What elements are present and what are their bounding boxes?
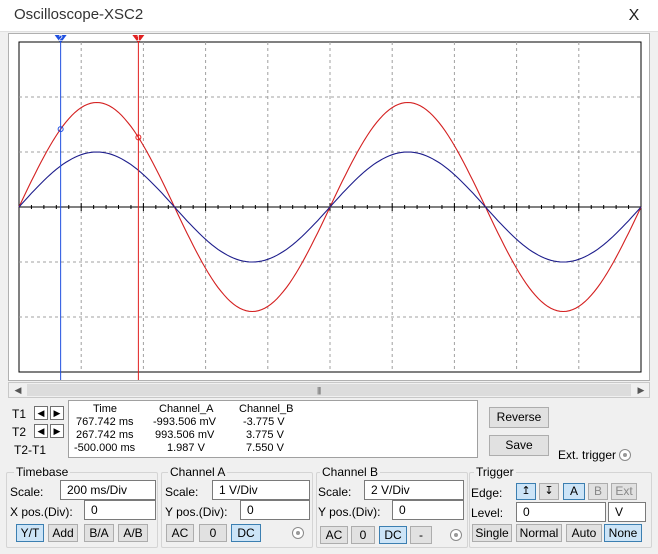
- trigger-source-a-button[interactable]: A: [563, 483, 585, 500]
- cursor-2-label: 2: [58, 34, 63, 43]
- t2-channel-a: 993.506 mV: [155, 429, 215, 441]
- trigger-source-ext-button[interactable]: Ext: [611, 483, 637, 500]
- trigger-edge-label: Edge:: [471, 486, 503, 500]
- mode-add-button[interactable]: Add: [48, 524, 78, 542]
- timebase-xpos-field[interactable]: 0: [84, 500, 156, 520]
- trigger-single-button[interactable]: Single: [472, 524, 512, 542]
- t1-right-arrow-icon[interactable]: ▶: [50, 406, 64, 420]
- t1-left-arrow-icon[interactable]: ◀: [34, 406, 48, 420]
- channel-b-radio[interactable]: [450, 529, 462, 541]
- mode-ba-button[interactable]: B/A: [84, 524, 114, 542]
- channel-a-scale-field[interactable]: 1 V/Div: [212, 480, 310, 500]
- timebase-xpos-label: X pos.(Div):: [10, 505, 73, 519]
- rising-edge-icon[interactable]: ↥: [516, 483, 536, 500]
- header-channel-b: Channel_B: [239, 403, 294, 415]
- ext-trigger-label: Ext. trigger: [558, 448, 617, 462]
- t2-left-arrow-icon[interactable]: ◀: [34, 424, 48, 438]
- scope-screen[interactable]: 21: [8, 33, 650, 381]
- trigger-auto-button[interactable]: Auto: [566, 524, 602, 542]
- channel-a-ac-button[interactable]: AC: [166, 524, 194, 542]
- falling-edge-icon[interactable]: ↧: [539, 483, 559, 500]
- channel-a-radio[interactable]: [292, 527, 304, 539]
- t2t1-time: -500.000 ms: [74, 442, 136, 454]
- scroll-grip-icon: |||: [317, 386, 321, 395]
- mode-yt-button[interactable]: Y/T: [16, 524, 44, 542]
- window-title: Oscilloscope-XSC2: [14, 6, 144, 23]
- t1-time: 767.742 ms: [76, 416, 134, 428]
- timebase-title: Timebase: [14, 465, 71, 479]
- mode-ab-button[interactable]: A/B: [118, 524, 148, 542]
- scroll-thumb[interactable]: |||: [27, 384, 631, 396]
- channel-b-ac-button[interactable]: AC: [320, 526, 348, 544]
- channel-b-ypos-label: Y pos.(Div):: [318, 505, 381, 519]
- channel-b-ypos-field[interactable]: 0: [392, 500, 464, 520]
- channel-b-dc-button[interactable]: DC: [379, 526, 407, 544]
- scroll-left-icon[interactable]: ◀: [10, 383, 26, 397]
- channel-a-dc-button[interactable]: DC: [231, 524, 261, 542]
- channel-b-zero-button[interactable]: 0: [351, 526, 375, 544]
- timebase-scale-label: Scale:: [10, 485, 44, 499]
- t2-time: 267.742 ms: [76, 429, 134, 441]
- channel-b-scale-field[interactable]: 2 V/Div: [364, 480, 464, 500]
- trigger-title: Trigger: [474, 465, 516, 479]
- t2-label: T2: [12, 425, 27, 439]
- ext-trigger-radio[interactable]: [619, 449, 631, 461]
- scope-plot[interactable]: 21: [9, 34, 649, 380]
- trigger-none-button[interactable]: None: [604, 524, 642, 542]
- channel-a-ypos-label: Y pos.(Div):: [165, 505, 228, 519]
- save-button[interactable]: Save: [489, 435, 549, 456]
- t1-label: T1: [12, 407, 27, 421]
- channel-b-minus-button[interactable]: -: [410, 526, 432, 544]
- trigger-source-b-button[interactable]: B: [588, 483, 608, 500]
- cursor-1-label: 1: [136, 34, 141, 43]
- t2-right-arrow-icon[interactable]: ▶: [50, 424, 64, 438]
- trigger-normal-button[interactable]: Normal: [516, 524, 562, 542]
- t2t1-channel-a: 1.987 V: [167, 442, 205, 454]
- horizontal-scrollbar[interactable]: ◀ ||| ▶: [8, 382, 650, 398]
- t1-channel-b: -3.775 V: [243, 416, 285, 428]
- header-channel-a: Channel_A: [159, 403, 214, 415]
- t2t1-channel-b: 7.550 V: [246, 442, 284, 454]
- measurement-readout: Time Channel_A Channel_B 767.742 ms -993…: [68, 400, 478, 458]
- channel-a-scale-label: Scale:: [165, 485, 199, 499]
- trigger-level-unit[interactable]: V: [608, 502, 646, 522]
- channel-a-zero-button[interactable]: 0: [199, 524, 227, 542]
- t1-channel-a: -993.506 mV: [153, 416, 216, 428]
- scroll-right-icon[interactable]: ▶: [633, 383, 649, 397]
- channel-b-scale-label: Scale:: [318, 485, 352, 499]
- title-bar: Oscilloscope-XSC2 X: [0, 0, 658, 32]
- close-button[interactable]: X: [620, 4, 648, 28]
- channel-a-title: Channel A: [168, 465, 228, 479]
- timebase-scale-field[interactable]: 200 ms/Div: [60, 480, 156, 500]
- trigger-level-field[interactable]: 0: [516, 502, 606, 522]
- t2-channel-b: 3.775 V: [246, 429, 284, 441]
- trigger-level-label: Level:: [471, 506, 504, 520]
- channel-a-ypos-field[interactable]: 0: [240, 500, 310, 520]
- t2t1-label: T2-T1: [14, 443, 47, 457]
- channel-b-title: Channel B: [320, 465, 381, 479]
- header-time: Time: [93, 403, 118, 415]
- reverse-button[interactable]: Reverse: [489, 407, 549, 428]
